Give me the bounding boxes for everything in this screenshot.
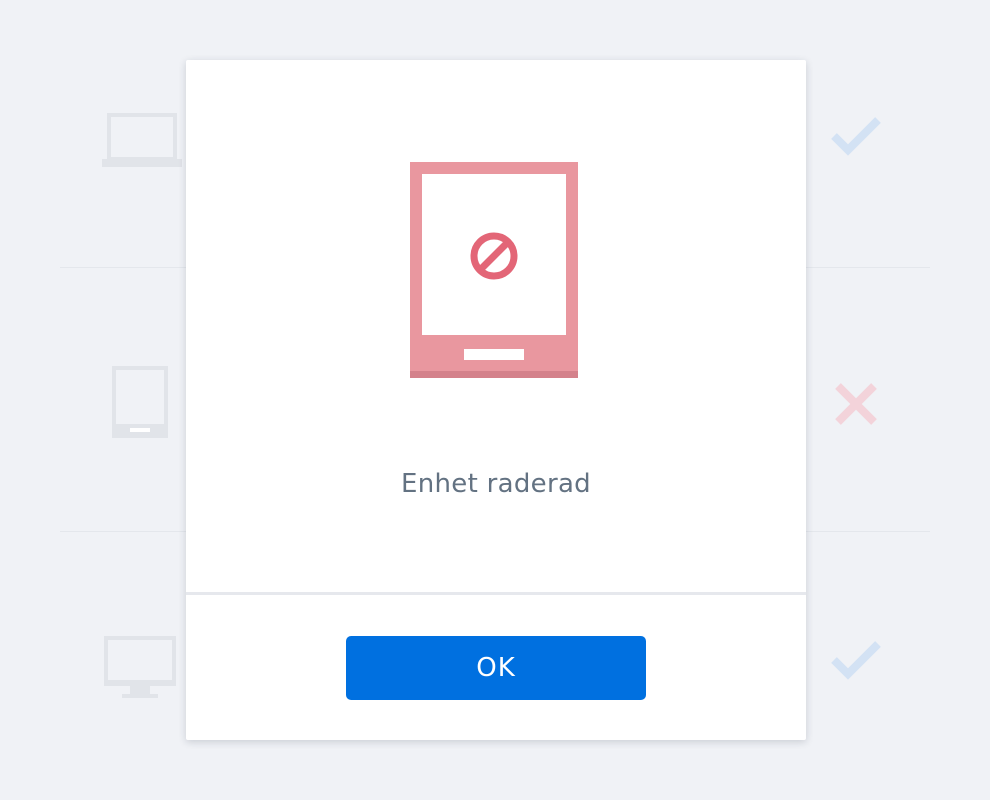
desktop-icon — [104, 636, 176, 698]
laptop-icon — [102, 113, 182, 167]
ok-button[interactable]: OK — [346, 636, 646, 700]
checkmark-icon — [831, 641, 881, 680]
device-deleted-dialog: Enhet raderad OK — [186, 60, 806, 740]
dialog-message: Enhet raderad — [401, 469, 591, 499]
dialog-divider — [186, 592, 806, 595]
tablet-blocked-icon — [410, 162, 578, 378]
tablet-icon — [112, 366, 168, 438]
checkmark-icon — [831, 117, 881, 156]
x-mark-icon — [835, 383, 877, 425]
